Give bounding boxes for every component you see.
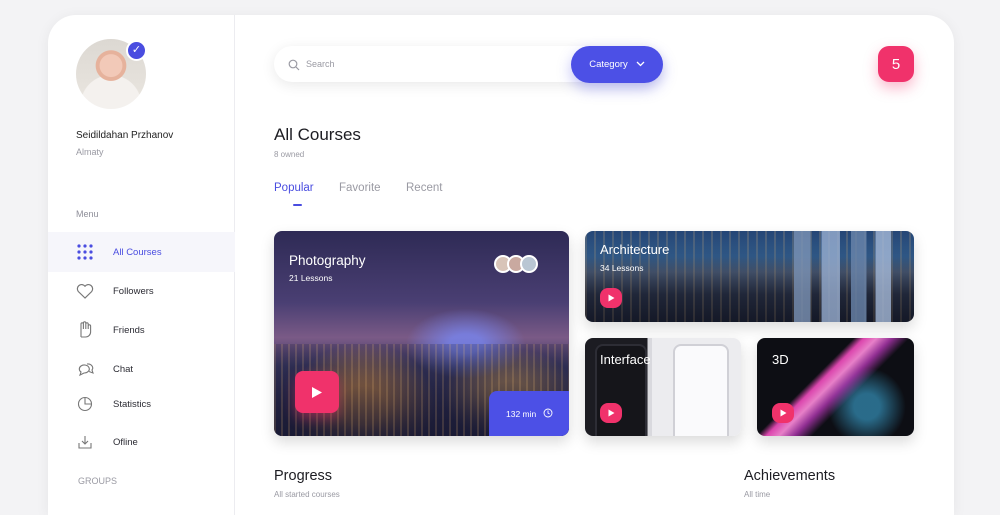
participant-avatars <box>494 255 538 273</box>
sidebar-item-label: Statistics <box>113 398 152 410</box>
sidebar-item-ofline[interactable]: Ofline <box>48 422 235 462</box>
play-button[interactable] <box>600 403 622 423</box>
hand-icon <box>76 321 94 339</box>
category-dropdown-button[interactable]: Category <box>571 46 663 83</box>
pie-chart-icon <box>76 395 94 413</box>
page-subtitle: 8 owned <box>274 150 305 159</box>
sidebar-item-all-courses[interactable]: All Courses <box>48 232 235 272</box>
search-icon <box>288 58 300 76</box>
heart-icon <box>76 282 94 300</box>
sidebar-item-label: Chat <box>113 363 134 375</box>
course-card-photography[interactable]: Photography 21 Lessons 132 min <box>274 231 569 436</box>
active-tab-indicator <box>293 204 302 206</box>
groups-title: GROUPS <box>78 476 118 486</box>
sidebar-item-chat[interactable]: Chat <box>48 349 235 389</box>
duration-badge: 132 min <box>489 391 569 436</box>
user-name: Seidildahan Przhanov <box>76 130 174 141</box>
tab-recent[interactable]: Recent <box>406 182 442 194</box>
play-icon <box>608 294 614 302</box>
play-button[interactable] <box>295 371 339 413</box>
sidebar-item-label: Followers <box>113 285 154 297</box>
chat-icon <box>76 360 94 378</box>
clock-icon <box>543 408 553 420</box>
sidebar: ✓ Seidildahan Przhanov Almaty Menu All C… <box>48 15 235 515</box>
sidebar-item-label: All Courses <box>113 246 162 258</box>
achievements-title: Achievements <box>744 468 836 484</box>
course-card-3d[interactable]: 3D <box>757 338 914 436</box>
category-label: Category <box>589 59 628 70</box>
app-window: ✓ Seidildahan Przhanov Almaty Menu All C… <box>48 15 954 515</box>
tab-favorite[interactable]: Favorite <box>339 182 381 194</box>
avatar <box>520 255 538 273</box>
progress-title: Progress <box>274 468 333 484</box>
progress-subtitle: All started courses <box>274 490 340 499</box>
sidebar-item-followers[interactable]: Followers <box>48 271 235 311</box>
verified-check-icon: ✓ <box>126 40 147 61</box>
play-button[interactable] <box>772 403 794 423</box>
course-lessons: 34 Lessons <box>600 263 644 273</box>
tab-popular[interactable]: Popular <box>274 182 314 194</box>
chevron-down-icon <box>636 59 645 70</box>
course-title: Interface <box>600 352 651 367</box>
phone-mockup-light <box>673 344 729 436</box>
course-title: 3D <box>772 352 789 367</box>
download-icon <box>76 433 94 451</box>
search-bar: Category <box>274 46 663 83</box>
course-title: Photography <box>289 253 366 268</box>
achievements-subtitle: All time <box>744 490 771 499</box>
sidebar-item-label: Ofline <box>113 436 138 448</box>
duration-text: 132 min <box>506 409 537 419</box>
play-icon <box>608 409 614 417</box>
page-title: All Courses <box>274 125 361 144</box>
course-title: Architecture <box>600 242 670 257</box>
notification-badge-button[interactable]: 5 <box>878 46 914 82</box>
sidebar-item-label: Friends <box>113 324 145 336</box>
menu-title: Menu <box>76 209 99 219</box>
play-icon <box>312 386 322 398</box>
search-input[interactable] <box>306 55 546 73</box>
sidebar-item-friends[interactable]: Friends <box>48 310 235 350</box>
skyline-image <box>794 231 904 322</box>
user-city: Almaty <box>76 147 104 157</box>
play-icon <box>780 409 786 417</box>
course-lessons: 21 Lessons <box>289 273 333 283</box>
grid-icon <box>76 243 94 261</box>
sidebar-item-statistics[interactable]: Statistics <box>48 384 235 424</box>
course-card-interface[interactable]: Interface <box>585 338 741 436</box>
play-button[interactable] <box>600 288 622 308</box>
course-card-architecture[interactable]: Architecture 34 Lessons <box>585 231 914 322</box>
